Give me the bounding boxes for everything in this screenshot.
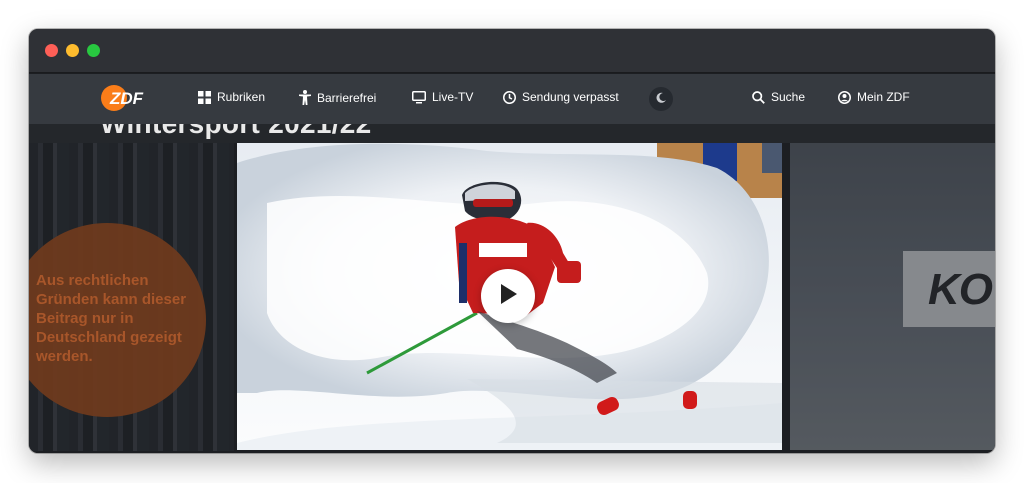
zoom-window-button[interactable]: [87, 44, 100, 57]
carousel-card-previous[interactable]: Aus rechtlichen Gründen kann dieser Beit…: [29, 143, 234, 451]
nav-item-rubriken[interactable]: Rubriken: [198, 90, 265, 104]
minimize-window-button[interactable]: [66, 44, 79, 57]
geo-block-notice: Aus rechtlichen Gründen kann dieser Beit…: [36, 272, 187, 365]
account-button[interactable]: Mein ZDF: [838, 90, 910, 104]
nav-item-sendung-verpasst[interactable]: Sendung verpasst: [503, 90, 619, 104]
nav-item-barrierefrei[interactable]: Barrierefrei: [299, 90, 376, 105]
page-header: Wintersport 2021/22: [29, 124, 995, 143]
next-card-banner: [903, 251, 995, 327]
title-bar: [29, 29, 995, 73]
search-label: Suche: [771, 90, 806, 104]
page-title: Wintersport 2021/22: [100, 124, 372, 140]
search-icon: [752, 90, 765, 104]
grid-icon: [198, 90, 211, 104]
nav-item-live-tv[interactable]: Live-TV: [412, 90, 473, 104]
play-icon: [498, 283, 518, 310]
carousel-card-next[interactable]: KO: [790, 143, 995, 450]
nav-item-label: Barrierefrei: [317, 90, 377, 105]
account-label: Mein ZDF: [857, 90, 910, 104]
user-icon: [838, 90, 851, 104]
nav-item-label: Sendung verpasst: [522, 90, 619, 104]
video-carousel: Aus rechtlichen Gründen kann dieser Beit…: [29, 143, 995, 453]
accessibility-icon: [299, 90, 311, 105]
main-navigation: ZDF Rubriken Barrierefrei Live-TV Sendun…: [29, 74, 995, 124]
nav-item-label: Live-TV: [432, 90, 474, 104]
next-card-title: KO: [928, 265, 993, 314]
close-window-button[interactable]: [45, 44, 58, 57]
browser-window: ZDF Rubriken Barrierefrei Live-TV Sendun…: [29, 29, 995, 453]
zdf-logo[interactable]: ZDF: [100, 83, 152, 113]
nav-item-label: Rubriken: [217, 90, 266, 104]
tv-icon: [412, 90, 426, 104]
theme-toggle-button[interactable]: [649, 87, 673, 111]
moon-icon: [655, 92, 667, 107]
play-button[interactable]: [481, 269, 535, 323]
logo-text: ZDF: [109, 89, 144, 108]
carousel-card-current[interactable]: [237, 143, 782, 450]
search-button[interactable]: Suche: [752, 90, 805, 104]
clock-icon: [503, 90, 516, 104]
